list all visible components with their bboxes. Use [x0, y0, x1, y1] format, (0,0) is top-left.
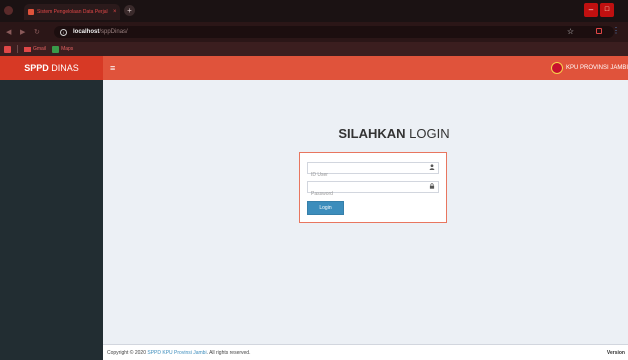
user-id-field[interactable] — [307, 162, 439, 180]
tab-favicon-icon — [28, 9, 34, 15]
maps-icon — [52, 45, 60, 53]
url-path: /sppDinas/ — [99, 29, 128, 35]
lock-icon — [429, 183, 435, 191]
browser-menu-icon[interactable]: ⋮ — [612, 26, 620, 35]
url-field[interactable]: i localhost /sppDinas/ — [54, 26, 614, 38]
restore-button[interactable]: □ — [600, 3, 614, 17]
window-menu-button[interactable] — [4, 6, 13, 15]
tab-title: Sistem Pengelolaan Data Perjal — [37, 9, 108, 15]
login-title: SILAHKAN LOGIN — [314, 126, 474, 141]
browser-tab[interactable]: Sistem Pengelolaan Data Perjal × — [24, 4, 120, 20]
sidebar-toggle-icon[interactable]: ≡ — [110, 63, 115, 73]
sidebar — [0, 80, 103, 360]
main-content: SILAHKAN LOGIN Login — [103, 80, 628, 344]
new-tab-button[interactable]: + — [124, 5, 135, 16]
bookmark-maps[interactable]: Maps — [52, 45, 74, 53]
browser-tab-bar: Sistem Pengelolaan Data Perjal × + – □ — [0, 0, 628, 22]
login-title-bold: SILAHKAN — [338, 126, 406, 141]
copyright-suffix: . All rights reserved. — [206, 350, 251, 356]
footer: Copyright © 2020 SPPD KPU Provinsi Jambi… — [103, 344, 628, 360]
bookmark-label: Maps — [61, 46, 74, 52]
password-field[interactable] — [307, 181, 439, 199]
bookmarks-bar: Gmail Maps — [0, 42, 628, 56]
footer-link[interactable]: SPPD KPU Provinsi Jambi — [147, 350, 206, 356]
gmail-icon — [24, 46, 31, 52]
bookmark-gmail[interactable]: Gmail — [24, 46, 46, 52]
password-input[interactable] — [308, 189, 418, 199]
logo-bold-text: SPPD — [24, 63, 49, 73]
login-button[interactable]: Login — [307, 201, 344, 215]
reload-icon[interactable]: ↻ — [34, 28, 40, 36]
copyright-prefix: Copyright © 2020 — [107, 350, 148, 356]
footer-version: Version — [606, 350, 625, 356]
user-avatar — [550, 62, 563, 74]
user-menu[interactable]: KPU PROVINSI JAMBI — [550, 56, 628, 80]
user-icon — [429, 164, 435, 172]
forward-arrow-icon[interactable]: ▶ — [20, 28, 25, 36]
browser-address-bar: ◀ ▶ ↻ i localhost /sppDinas/ ☆ ⋮ — [0, 22, 628, 42]
user-id-input[interactable] — [308, 170, 418, 180]
logo-rest-text: DINAS — [48, 63, 79, 73]
url-host: localhost — [73, 29, 100, 35]
site-info-icon[interactable]: i — [60, 28, 67, 36]
login-title-rest: LOGIN — [405, 126, 450, 141]
back-arrow-icon[interactable]: ◀ — [6, 28, 11, 36]
user-name: KPU PROVINSI JAMBI — [565, 65, 628, 71]
footer-copyright: Copyright © 2020 SPPD KPU Provinsi Jambi… — [107, 350, 250, 356]
extension-icon[interactable] — [596, 28, 602, 34]
app-header: SPPD DINAS ≡ KPU PROVINSI JAMBI — [0, 56, 628, 80]
bookmark-label: Gmail — [33, 46, 47, 52]
tab-close-icon[interactable]: × — [113, 9, 117, 15]
app-logo[interactable]: SPPD DINAS — [0, 56, 103, 80]
bookmark-separator — [17, 45, 18, 53]
login-box: Login — [299, 152, 447, 223]
minimize-button[interactable]: – — [584, 3, 598, 17]
bookmark-star-icon[interactable]: ☆ — [567, 27, 574, 36]
apps-icon[interactable] — [4, 45, 11, 53]
